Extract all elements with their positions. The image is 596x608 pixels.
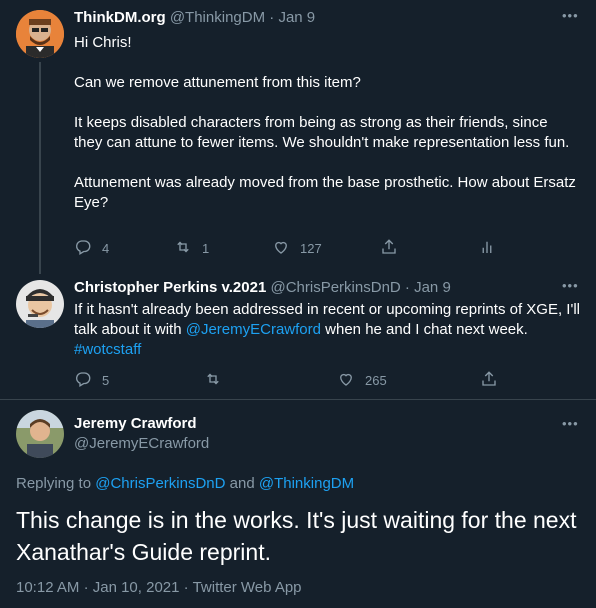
like-button[interactable]: 127: [272, 238, 322, 259]
dot-separator: ·: [269, 9, 275, 26]
replying-to: Replying to @ChrisPerkinsDnD and @Thinki…: [16, 474, 354, 494]
like-count: 127: [300, 241, 322, 256]
like-button[interactable]: 265: [337, 370, 387, 391]
tweet-date[interactable]: Jan 9: [278, 9, 315, 26]
share-button[interactable]: [380, 238, 398, 259]
tweet-paragraph: Can we remove attunement from this item?: [74, 74, 361, 91]
retweet-button[interactable]: [204, 370, 232, 391]
tweet-body: If it hasn't already been addressed in r…: [74, 300, 584, 360]
dot-separator: ·: [83, 579, 89, 596]
like-count: 265: [365, 373, 387, 388]
tweet-actions: 5 265: [74, 370, 579, 390]
share-icon: [480, 370, 498, 391]
heart-icon: [272, 238, 290, 259]
tweet-text: when he and I chat next week.: [321, 321, 528, 338]
tweet-thinkingdm[interactable]: ThinkDM.org @ThinkingDM · Jan 9 ••• Hi C…: [0, 0, 596, 274]
heart-icon: [337, 370, 355, 391]
retweet-icon: [174, 238, 192, 259]
analytics-icon: [478, 238, 496, 259]
tweet-time[interactable]: 10:12 AM: [16, 579, 79, 596]
reply-icon: [74, 238, 92, 259]
share-button[interactable]: [480, 370, 498, 391]
reply-count: 5: [102, 373, 110, 388]
replying-prefix: Replying to: [16, 475, 92, 492]
handle[interactable]: @JeremyECrawford: [74, 434, 209, 454]
tweet-full-date[interactable]: Jan 10, 2021: [93, 579, 180, 596]
thread-line: [39, 62, 41, 274]
analytics-button[interactable]: [478, 238, 496, 259]
retweet-count: 1: [202, 241, 210, 256]
tweet-date[interactable]: Jan 9: [414, 279, 451, 296]
hashtag-link[interactable]: #wotcstaff: [74, 341, 141, 358]
more-icon[interactable]: •••: [562, 8, 579, 23]
tweet-body: This change is in the works. It's just w…: [16, 507, 577, 565]
tweet-source[interactable]: Twitter Web App: [193, 579, 302, 596]
tweet-body: Hi Chris! Can we remove attunement from …: [74, 33, 579, 213]
dot-separator: ·: [404, 279, 410, 296]
reply-button[interactable]: 5: [74, 370, 109, 391]
display-name[interactable]: Christopher Perkins v.2021: [74, 279, 266, 296]
avatar-chrisperkins[interactable]: [16, 280, 64, 328]
tweet-paragraph: It keeps disabled characters from being …: [74, 114, 570, 151]
tweet-header: Christopher Perkins v.2021 @ChrisPerkins…: [74, 278, 451, 298]
tweet-jeremycrawford[interactable]: Jeremy Crawford @JeremyECrawford ••• Rep…: [0, 400, 596, 608]
display-name[interactable]: Jeremy Crawford: [74, 415, 197, 432]
replying-and: and: [229, 475, 255, 492]
tweet-chrisperkins[interactable]: Christopher Perkins v.2021 @ChrisPerkins…: [0, 270, 596, 400]
handle[interactable]: @ThinkingDM: [170, 9, 265, 26]
share-icon: [380, 238, 398, 259]
tweet-paragraph: Attunement was already moved from the ba…: [74, 174, 576, 211]
retweet-icon: [204, 370, 222, 391]
mention-link[interactable]: @JeremyECrawford: [186, 321, 321, 338]
avatar-thinkingdm[interactable]: [16, 10, 64, 58]
retweet-button[interactable]: 1: [174, 238, 209, 259]
tweet-header: Jeremy Crawford: [74, 414, 197, 434]
display-name[interactable]: ThinkDM.org: [74, 9, 166, 26]
tweet-paragraph: Hi Chris!: [74, 34, 132, 51]
reply-button[interactable]: 4: [74, 238, 109, 259]
avatar-jeremycrawford[interactable]: [16, 410, 64, 458]
replying-user-link[interactable]: @ThinkingDM: [259, 475, 354, 492]
handle[interactable]: @ChrisPerkinsDnD: [270, 279, 400, 296]
more-icon[interactable]: •••: [562, 416, 579, 431]
reply-icon: [74, 370, 92, 391]
reply-count: 4: [102, 241, 110, 256]
tweet-header: ThinkDM.org @ThinkingDM · Jan 9: [74, 8, 315, 28]
more-icon[interactable]: •••: [562, 278, 579, 293]
tweet-actions: 4 1 127: [74, 238, 579, 258]
dot-separator: ·: [183, 579, 189, 596]
tweet-metadata: 10:12 AM · Jan 10, 2021 · Twitter Web Ap…: [16, 578, 302, 598]
replying-user-link[interactable]: @ChrisPerkinsDnD: [95, 475, 225, 492]
